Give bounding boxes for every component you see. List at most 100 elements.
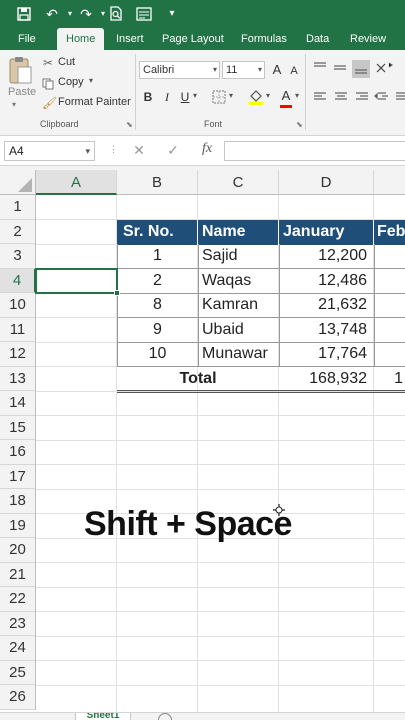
row-header-24[interactable]: 24	[0, 636, 36, 661]
paste-dropdown-icon[interactable]: ▾	[12, 100, 16, 109]
tab-data[interactable]: Data	[306, 28, 329, 50]
cell-january[interactable]: 17,764	[279, 342, 374, 367]
row-header-12[interactable]: 12	[0, 342, 36, 367]
format-painter-button[interactable]: Format Painter	[58, 96, 131, 108]
row-header-15[interactable]: 15	[0, 415, 36, 440]
cut-button[interactable]: Cut	[58, 56, 75, 68]
cell-january[interactable]: 21,632	[279, 293, 374, 318]
total-label[interactable]: Total	[117, 367, 279, 392]
undo-icon[interactable]: ↶	[42, 4, 62, 24]
cell-january[interactable]: 12,200	[279, 244, 374, 269]
column-header-a[interactable]: A	[36, 170, 117, 195]
row-header-16[interactable]: 16	[0, 440, 36, 465]
column-header-d[interactable]: D	[279, 170, 374, 195]
table-header-feb[interactable]: Feb	[374, 220, 405, 245]
table-header-january[interactable]: January	[279, 220, 374, 245]
paste-button[interactable]: Paste	[8, 86, 36, 98]
row-header-14[interactable]: 14	[0, 391, 36, 416]
row-header-13[interactable]: 13	[0, 366, 36, 391]
column-header-b[interactable]: B	[117, 170, 198, 195]
row-header-20[interactable]: 20	[0, 538, 36, 563]
enter-icon[interactable]: ✓	[162, 142, 184, 159]
font-color-dropdown-icon[interactable]: ▾	[295, 91, 299, 100]
row-header-22[interactable]: 22	[0, 587, 36, 612]
font-color-button[interactable]: A	[279, 87, 293, 108]
cancel-icon[interactable]: ✕	[128, 142, 150, 159]
grow-font-button[interactable]: A	[270, 62, 284, 78]
cell-sr-no[interactable]: 1	[117, 244, 198, 269]
font-launcher-icon[interactable]: ⬊	[296, 120, 303, 129]
shrink-font-button[interactable]: A	[287, 63, 301, 79]
cell-sr-no[interactable]: 9	[117, 318, 198, 343]
print-preview-icon[interactable]	[106, 4, 126, 24]
active-cell-selection[interactable]	[35, 267, 118, 294]
save-icon[interactable]	[14, 4, 34, 24]
paste-icon[interactable]	[7, 56, 35, 86]
cell-name[interactable]: Munawar	[198, 342, 279, 367]
row-header-3[interactable]: 3	[0, 244, 36, 269]
select-all-button[interactable]	[0, 170, 36, 195]
row-header-17[interactable]: 17	[0, 464, 36, 489]
drag-handle-icon[interactable]: ⋮	[109, 144, 118, 155]
alignment-group	[310, 60, 405, 110]
clipboard-launcher-icon[interactable]: ⬊	[126, 120, 133, 129]
sheet-tab-sheet1[interactable]: Sheet1	[75, 713, 131, 720]
row-header-19[interactable]: 19	[0, 513, 36, 538]
copy-dropdown-icon[interactable]: ▾	[89, 76, 93, 85]
copy-icon	[42, 77, 54, 90]
fill-color-dropdown-icon[interactable]: ▾	[266, 91, 270, 100]
font-size-select[interactable]: 11 ▾	[222, 61, 265, 79]
row-header-4[interactable]: 4	[0, 268, 36, 293]
total-january[interactable]: 168,932	[279, 367, 374, 392]
cell-january[interactable]: 12,486	[279, 269, 374, 294]
name-box[interactable]: A4 ▾	[4, 141, 95, 161]
row-header-23[interactable]: 23	[0, 611, 36, 636]
underline-button[interactable]: U	[178, 89, 192, 105]
tab-formulas[interactable]: Formulas	[241, 28, 287, 50]
font-color-glyph: A	[281, 88, 291, 103]
tab-review[interactable]: Review	[350, 28, 386, 50]
cell-sr-no[interactable]: 8	[117, 293, 198, 318]
cell-name[interactable]: Sajid	[198, 244, 279, 269]
cell-sr-no[interactable]: 10	[117, 342, 198, 367]
row-header-1[interactable]: 1	[0, 195, 36, 220]
bold-button[interactable]: B	[141, 89, 155, 105]
cell-name[interactable]: Waqas	[198, 269, 279, 294]
borders-dropdown-icon[interactable]: ▾	[229, 91, 233, 100]
copy-button[interactable]: Copy	[58, 76, 84, 88]
cell-name[interactable]: Kamran	[198, 293, 279, 318]
customize-toolbar-icon[interactable]: ▾	[162, 4, 182, 24]
column-header-e[interactable]	[374, 170, 405, 195]
underline-dropdown-icon[interactable]: ▾	[193, 91, 197, 100]
row-header-25[interactable]: 25	[0, 660, 36, 685]
table-header-sr-no[interactable]: Sr. No.	[117, 220, 198, 245]
overlay-caption: Shift + Space	[84, 505, 292, 543]
formula-input[interactable]	[224, 141, 405, 161]
row-header-11[interactable]: 11	[0, 317, 36, 342]
ribbon-tabs: File Home Insert Page Layout Formulas Da…	[0, 28, 405, 50]
row-header-18[interactable]: 18	[0, 489, 36, 514]
column-header-c[interactable]: C	[198, 170, 279, 195]
borders-icon[interactable]	[212, 90, 226, 104]
row-header-26[interactable]: 26	[0, 685, 36, 710]
new-sheet-icon[interactable]	[158, 713, 172, 720]
row-header-2[interactable]: 2	[0, 219, 36, 244]
cell-sr-no[interactable]: 2	[117, 269, 198, 294]
table-header-name[interactable]: Name	[198, 220, 279, 245]
row-header-10[interactable]: 10	[0, 293, 36, 318]
tab-insert[interactable]: Insert	[116, 28, 144, 50]
tab-page-layout[interactable]: Page Layout	[162, 28, 224, 50]
insert-function-icon[interactable]: fx	[196, 141, 218, 157]
italic-button[interactable]: I	[160, 89, 174, 105]
cell-name[interactable]: Ubaid	[198, 318, 279, 343]
cell-january[interactable]: 13,748	[279, 318, 374, 343]
row-header-21[interactable]: 21	[0, 562, 36, 587]
fill-handle[interactable]	[114, 289, 120, 296]
fill-color-icon[interactable]	[248, 88, 264, 106]
font-name-select[interactable]: Calibri ▾	[139, 61, 220, 79]
total-february[interactable]: 1	[374, 367, 405, 392]
chevron-down-icon: ▾	[257, 65, 262, 74]
form-icon[interactable]	[134, 4, 154, 24]
tab-file[interactable]: File	[18, 28, 36, 50]
tab-home[interactable]: Home	[57, 28, 105, 50]
